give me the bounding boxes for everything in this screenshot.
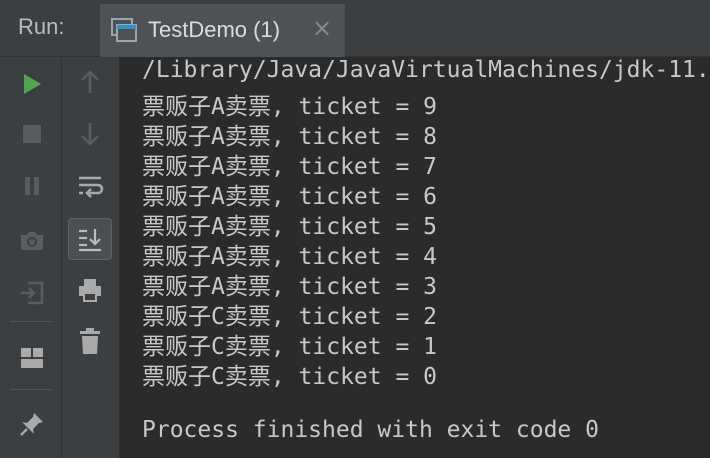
console-output[interactable]: /Library/Java/JavaVirtualMachines/jdk-11…	[120, 57, 710, 458]
run-icon[interactable]	[12, 64, 52, 104]
arrow-up-icon[interactable]	[70, 62, 110, 102]
console-line: 票贩子C卖票, ticket = 2	[142, 304, 438, 330]
console-line: 票贩子A卖票, ticket = 8	[142, 124, 438, 150]
application-icon	[110, 16, 138, 44]
tab-title: TestDemo (1)	[148, 17, 281, 42]
layout-icon[interactable]	[12, 338, 52, 378]
pin-icon[interactable]	[12, 404, 52, 444]
tab-testdemo[interactable]: TestDemo (1) ×	[100, 4, 345, 57]
console-line: 票贩子A卖票, ticket = 7	[142, 154, 438, 180]
console-line: 票贩子A卖票, ticket = 3	[142, 274, 438, 300]
console-line: 票贩子C卖票, ticket = 1	[142, 334, 438, 360]
run-tool-window-header: Run: TestDemo (1) ×	[0, 0, 710, 57]
toolbar-separator	[10, 389, 52, 390]
soft-wrap-icon[interactable]	[70, 166, 110, 206]
print-icon[interactable]	[70, 270, 110, 310]
camera-icon[interactable]	[12, 221, 52, 261]
process-exit-message: Process finished with exit code 0	[142, 417, 599, 443]
console-line: 票贩子A卖票, ticket = 4	[142, 244, 438, 270]
toolbar-separator	[10, 321, 52, 322]
scroll-to-end-icon[interactable]	[68, 218, 112, 260]
run-toolbar-right	[62, 57, 120, 458]
close-icon[interactable]: ×	[312, 14, 332, 42]
stop-icon[interactable]	[12, 114, 52, 154]
console-line: 票贩子A卖票, ticket = 6	[142, 184, 438, 210]
arrow-down-icon[interactable]	[70, 114, 110, 154]
console-line: 票贩子A卖票, ticket = 9	[142, 94, 438, 120]
pause-icon[interactable]	[12, 166, 52, 206]
exit-icon[interactable]	[12, 273, 52, 313]
run-label: Run:	[18, 14, 65, 39]
trash-icon[interactable]	[70, 321, 110, 361]
run-toolbar-left	[0, 57, 62, 458]
console-line: 票贩子C卖票, ticket = 0	[142, 364, 438, 390]
console-line: 票贩子A卖票, ticket = 5	[142, 214, 438, 240]
console-line: /Library/Java/JavaVirtualMachines/jdk-11…	[142, 57, 710, 83]
